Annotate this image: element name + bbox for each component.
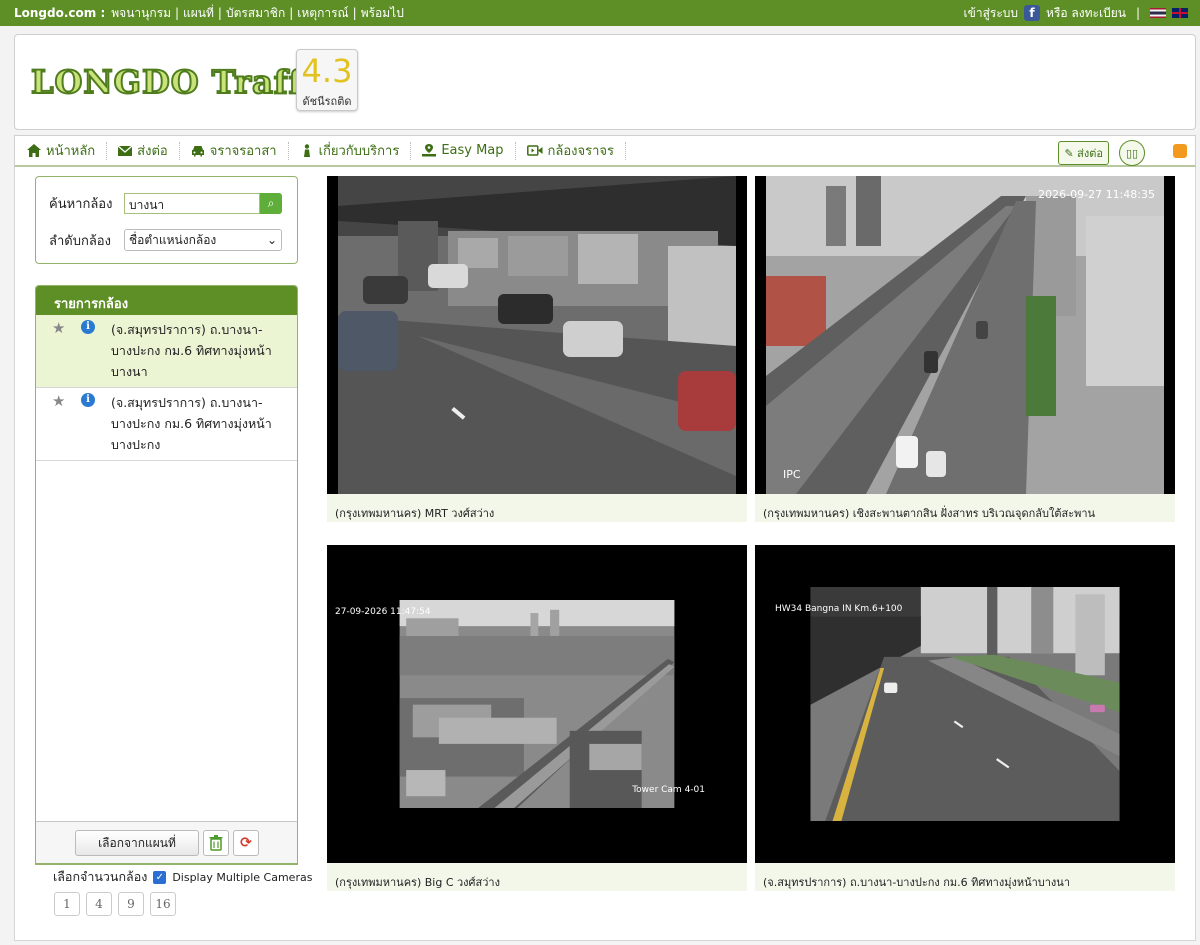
- nav-about[interactable]: เกี่ยวกับบริการ: [300, 141, 412, 160]
- camera-list-item-label: (จ.สมุทรปราการ) ถ.บางนา-บางปะกง กม.6 ทิศ…: [111, 395, 272, 452]
- brand-link[interactable]: Longdo.com :: [14, 6, 105, 20]
- top-link-map[interactable]: แผนที่: [183, 4, 214, 23]
- star-icon[interactable]: ★: [52, 319, 65, 337]
- person-icon: [303, 144, 310, 157]
- top-link-dictionary[interactable]: พจนานุกรม: [111, 4, 171, 23]
- longdo-traffic-logo[interactable]: LONGDO Traffic: [30, 62, 337, 102]
- camera-count-pager: 1 4 9 16: [54, 892, 176, 916]
- search-icon: ⌕: [267, 196, 275, 210]
- camera-list-title: รายการกล้อง: [36, 286, 297, 315]
- sort-row: ลำดับกล้อง ชื่อตำแหน่งกล้อง ⌄: [49, 229, 282, 251]
- trash-icon: [209, 834, 223, 851]
- nav-home[interactable]: หน้าหลัก: [27, 141, 108, 160]
- camera-feed[interactable]: HW34 Bangna IN Km.6+100: [755, 545, 1175, 863]
- star-icon[interactable]: ★: [52, 392, 65, 410]
- camera-tile[interactable]: (กรุงเทพมหานคร) MRT วงศ์สว่าง: [327, 176, 747, 522]
- camera-count-16[interactable]: 16: [150, 892, 176, 916]
- car-icon: [191, 146, 204, 157]
- share-button[interactable]: ✎ ส่งต่อ: [1058, 141, 1109, 165]
- camera-count-9[interactable]: 9: [118, 892, 144, 916]
- home-icon: [27, 144, 41, 157]
- nav-right: ✎ ส่งต่อ ▯▯: [1058, 140, 1145, 166]
- search-panel: ค้นหากล้อง บางนา ⌕ ลำดับกล้อง ชื่อตำแหน่…: [35, 176, 298, 264]
- refresh-button[interactable]: ⟳: [233, 829, 259, 856]
- delete-button[interactable]: [203, 829, 229, 856]
- manual-button[interactable]: ▯▯: [1119, 140, 1145, 166]
- camera-caption: (จ.สมุทรปราการ) ถ.บางนา-บางปะกง กม.6 ทิศ…: [763, 876, 1070, 889]
- camera-list-item[interactable]: ★ i (จ.สมุทรปราการ) ถ.บางนา-บางปะกง กม.6…: [36, 388, 297, 461]
- top-link-member[interactable]: บัตรสมาชิก: [226, 4, 285, 23]
- info-icon[interactable]: i: [81, 393, 95, 407]
- sort-label: ลำดับกล้อง: [49, 233, 111, 249]
- camera-image: [810, 587, 1120, 821]
- mail-icon: [118, 145, 133, 156]
- book-icon: ▯▯: [1125, 146, 1139, 160]
- nav-volunteer[interactable]: จราจรอาสา: [191, 141, 289, 160]
- traffic-index-badge[interactable]: 4.3 ดัชนีรถติด: [296, 49, 358, 111]
- multi-camera-row: เลือกจำนวนกล้อง ✓ Display Multiple Camer…: [53, 867, 312, 887]
- chevron-down-icon: ⌄: [266, 233, 277, 247]
- camera-image: [338, 176, 736, 494]
- top-bar: Longdo.com : พจนานุกรม | แผนที่ | บัตรสมาช…: [0, 0, 1200, 26]
- main-nav: หน้าหลัก ส่งต่อ จราจรอาสา เกี่ยวกับบริกา…: [14, 135, 1196, 167]
- camera-caption: (กรุงเทพมหานคร) Big C วงศ์สว่าง: [335, 876, 500, 889]
- search-input[interactable]: บางนา: [124, 193, 260, 214]
- uk-flag-icon[interactable]: [1172, 8, 1188, 18]
- camera-image: [399, 600, 675, 808]
- camera-feed[interactable]: [327, 176, 747, 494]
- camera-feed[interactable]: 27-09-2026 11:47:54 Tower Cam 4-01: [327, 545, 747, 863]
- camera-overlay-label: IPC: [783, 468, 801, 481]
- rss-icon[interactable]: [1173, 144, 1187, 158]
- refresh-icon: ⟳: [240, 834, 252, 851]
- search-button[interactable]: ⌕: [260, 193, 282, 214]
- video-camera-icon: [526, 145, 543, 156]
- camera-feed[interactable]: 2026-09-27 11:48:35 IPC: [755, 176, 1175, 494]
- nav-send[interactable]: ส่งต่อ: [118, 141, 180, 160]
- camera-overlay-label: HW34 Bangna IN Km.6+100: [775, 604, 903, 614]
- camera-caption: (กรุงเทพมหานคร) MRT วงศ์สว่าง: [335, 507, 495, 520]
- select-from-map-button[interactable]: เลือกจากแผนที่: [75, 829, 199, 856]
- camera-count-1[interactable]: 1: [54, 892, 80, 916]
- camera-overlay-label: Tower Cam 4-01: [632, 785, 705, 795]
- camera-list-footer: เลือกจากแผนที่ ⟳: [35, 821, 298, 864]
- camera-tile[interactable]: 27-09-2026 11:47:54 Tower Cam 4-01 (กรุง…: [327, 545, 747, 891]
- main-content: ค้นหากล้อง บางนา ⌕ ลำดับกล้อง ชื่อตำแหน่…: [14, 167, 1196, 941]
- map-pin-icon: [422, 144, 437, 157]
- search-label: ค้นหากล้อง: [49, 197, 113, 212]
- multi-camera-label: Display Multiple Cameras: [172, 870, 313, 884]
- camera-list-item-label: (จ.สมุทรปราการ) ถ.บางนา-บางปะกง กม.6 ทิศ…: [111, 322, 272, 379]
- camera-tile[interactable]: 2026-09-27 11:48:35 IPC (กรุงเทพมหานคร) …: [755, 176, 1175, 522]
- camera-count-4[interactable]: 4: [86, 892, 112, 916]
- share-icon: ✎: [1064, 147, 1074, 160]
- traffic-index-label: ดัชนีรถติด: [302, 95, 352, 108]
- camera-count-label: เลือกจำนวนกล้อง: [53, 869, 148, 884]
- nav-easy-map[interactable]: Easy Map: [422, 141, 516, 160]
- top-link-events[interactable]: เหตุการณ์: [297, 4, 348, 23]
- traffic-index-value: 4.3: [301, 52, 353, 90]
- camera-timestamp: 27-09-2026 11:47:54: [335, 607, 431, 617]
- camera-image: [766, 176, 1164, 494]
- camera-caption: (กรุงเทพมหานคร) เชิงสะพานตากสิน ฝั่งสาทร…: [763, 507, 1096, 520]
- camera-list-item[interactable]: ★ i (จ.สมุทรปราการ) ถ.บางนา-บางปะกง กม.6…: [36, 315, 297, 388]
- sort-select[interactable]: ชื่อตำแหน่งกล้อง ⌄: [124, 229, 282, 251]
- camera-timestamp: 2026-09-27 11:48:35: [1038, 188, 1155, 201]
- login-link[interactable]: เข้าสู่ระบบ: [964, 4, 1019, 23]
- multi-camera-checkbox[interactable]: ✓: [153, 870, 167, 884]
- camera-tile[interactable]: HW34 Bangna IN Km.6+100 (จ.สมุทรปราการ) …: [755, 545, 1175, 891]
- top-right: เข้าสู่ระบบ f หรือ ลงทะเบียน |: [964, 4, 1188, 23]
- top-link-ready[interactable]: พร้อมไป: [361, 4, 404, 23]
- register-link[interactable]: หรือ ลงทะเบียน: [1046, 4, 1126, 23]
- info-icon[interactable]: i: [81, 320, 95, 334]
- facebook-icon[interactable]: f: [1024, 5, 1041, 21]
- header: LONGDO Traffic 4.3 ดัชนีรถติด: [14, 34, 1196, 130]
- nav-traffic-camera[interactable]: กล้องจราจร: [526, 141, 627, 160]
- thai-flag-icon[interactable]: [1150, 8, 1166, 18]
- top-links: Longdo.com : พจนานุกรม | แผนที่ | บัตรสมาช…: [14, 4, 404, 23]
- camera-list-panel: รายการกล้อง ★ i (จ.สมุทรปราการ) ถ.บางนา-…: [35, 285, 298, 865]
- search-row: ค้นหากล้อง บางนา ⌕: [49, 193, 282, 214]
